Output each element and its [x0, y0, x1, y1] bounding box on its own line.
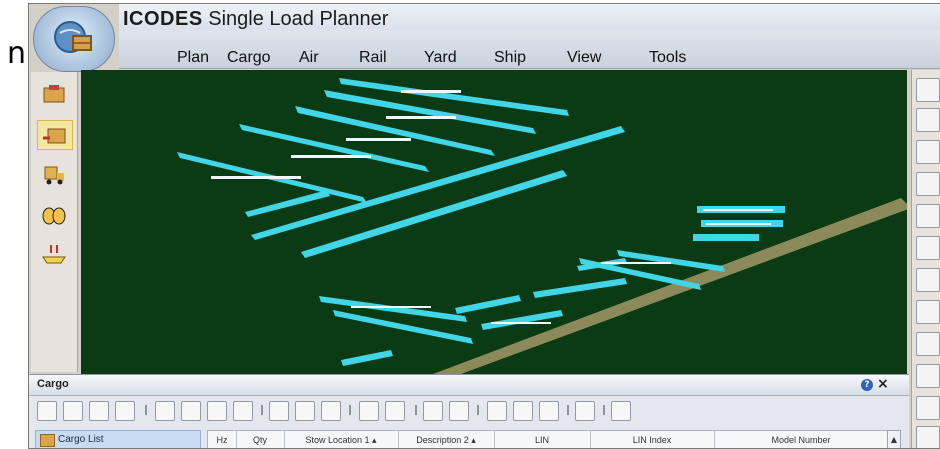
toolbar-separator — [567, 405, 569, 415]
column-model-number[interactable]: Model Number — [714, 431, 888, 448]
cargo-move-icon[interactable] — [37, 120, 73, 150]
barrels-icon[interactable] — [37, 202, 71, 230]
panel-tool-remove-icon[interactable] — [63, 401, 83, 421]
panel-tool-warning-icon[interactable] — [487, 401, 507, 421]
panel-tool-find-icon[interactable] — [359, 401, 379, 421]
menu-plan[interactable]: Plan — [177, 49, 209, 67]
close-icon[interactable]: × — [877, 376, 889, 392]
zoom-in-icon[interactable] — [916, 140, 940, 164]
panel-tool-add-icon[interactable] — [37, 401, 57, 421]
scroll-up-button[interactable]: ▲ — [887, 430, 901, 448]
globe-crate-icon — [54, 21, 92, 53]
cargo-list-icon — [40, 434, 55, 447]
tree-icon[interactable] — [916, 364, 940, 388]
app-title: ICODES Single Load Planner — [123, 6, 388, 31]
panel-tool-list-icon[interactable] — [181, 401, 201, 421]
app-logo — [33, 6, 115, 72]
toolbar-separator — [349, 405, 351, 415]
menu-air[interactable]: Air — [299, 49, 319, 67]
panel-tool-settings-icon[interactable] — [611, 401, 631, 421]
toolbar-separator — [477, 405, 479, 415]
app-title-bold: ICODES — [123, 8, 203, 30]
fit-width-icon[interactable] — [916, 108, 940, 132]
right-toolbar — [911, 70, 940, 448]
panel-tool-link-icon[interactable] — [423, 401, 443, 421]
panel-tool-stow-icon[interactable] — [321, 401, 341, 421]
panel-tool-cargo-icon[interactable] — [89, 401, 109, 421]
ship-load-icon[interactable] — [37, 240, 71, 268]
cargo-panel-title: Cargo — [37, 378, 69, 390]
cargo-box-icon[interactable] — [37, 80, 71, 108]
toolbar-separator — [603, 405, 605, 415]
title-bar: ICODES Single Load Planner — [119, 4, 940, 30]
panel-tool-filter-icon[interactable] — [385, 401, 405, 421]
column-description[interactable]: Description 2 ▴ — [398, 431, 495, 448]
cargo-grid-header: Hz Qty Stow Location 1 ▴ Description 2 ▴… — [207, 430, 889, 448]
edge-text: n — [6, 36, 26, 71]
yard-viewport[interactable] — [81, 70, 907, 374]
help-icon[interactable]: ? — [861, 379, 873, 391]
grid-icon[interactable] — [916, 426, 940, 448]
app-title-rest: Single Load Planner — [202, 8, 389, 30]
menu-yard[interactable]: Yard — [424, 49, 457, 67]
refresh-icon[interactable] — [916, 332, 940, 356]
zoom-out-icon[interactable] — [916, 172, 940, 196]
menu-tools[interactable]: Tools — [649, 49, 686, 67]
panel-tool-display-icon[interactable] — [115, 401, 135, 421]
toolbar-separator — [415, 405, 417, 415]
forklift-icon[interactable] — [37, 160, 71, 188]
toolbar-separator — [145, 405, 147, 415]
tool-5-icon[interactable] — [916, 204, 940, 228]
column-qty[interactable]: Qty — [236, 431, 285, 448]
column-stow-location[interactable]: Stow Location 1 ▴ — [284, 431, 399, 448]
road-strip — [433, 198, 907, 374]
panel-tool-open-icon[interactable] — [155, 401, 175, 421]
panel-tool-grid-icon[interactable] — [207, 401, 227, 421]
stop-icon[interactable] — [916, 396, 940, 420]
panel-tool-transfer-icon[interactable] — [449, 401, 469, 421]
toolbar-separator — [261, 405, 263, 415]
menu-rail[interactable]: Rail — [359, 49, 387, 67]
vehicle-labels-top — [211, 90, 461, 179]
column-lin-index[interactable]: LIN Index — [590, 431, 715, 448]
column-hz[interactable]: Hz — [208, 431, 237, 448]
cargo-panel-header: Cargo ? × — [29, 375, 909, 396]
panel-tool-report-icon[interactable] — [539, 401, 559, 421]
rotate-icon[interactable] — [916, 268, 940, 292]
vehicle-cluster-middle — [245, 126, 625, 258]
panel-tool-unload-icon[interactable] — [295, 401, 315, 421]
cargo-panel: Cargo ? × Cargo List Hz Qty Stow Locatio… — [29, 374, 909, 448]
pan-icon[interactable] — [916, 78, 940, 102]
menu-bar: Plan Cargo Air Rail Yard Ship View Tools — [119, 30, 940, 69]
menu-view[interactable]: View — [567, 49, 601, 67]
cargo-list-label: Cargo List — [58, 434, 104, 445]
panel-tool-export-icon[interactable] — [513, 401, 533, 421]
panel-tool-plan-icon[interactable] — [575, 401, 595, 421]
menu-cargo[interactable]: Cargo — [227, 49, 271, 67]
cargo-list-tab[interactable]: Cargo List — [35, 430, 201, 448]
column-lin[interactable]: LIN — [494, 431, 591, 448]
menu-ship[interactable]: Ship — [494, 49, 526, 67]
panel-tool-vehicle-icon[interactable] — [233, 401, 253, 421]
left-toolbar — [31, 72, 78, 372]
tool-6-icon[interactable] — [916, 236, 940, 260]
app-window: ICODES Single Load Planner Plan Cargo Ai… — [28, 3, 940, 449]
line-icon[interactable] — [916, 300, 940, 324]
panel-tool-load-icon[interactable] — [269, 401, 289, 421]
yard-canvas — [177, 78, 907, 374]
